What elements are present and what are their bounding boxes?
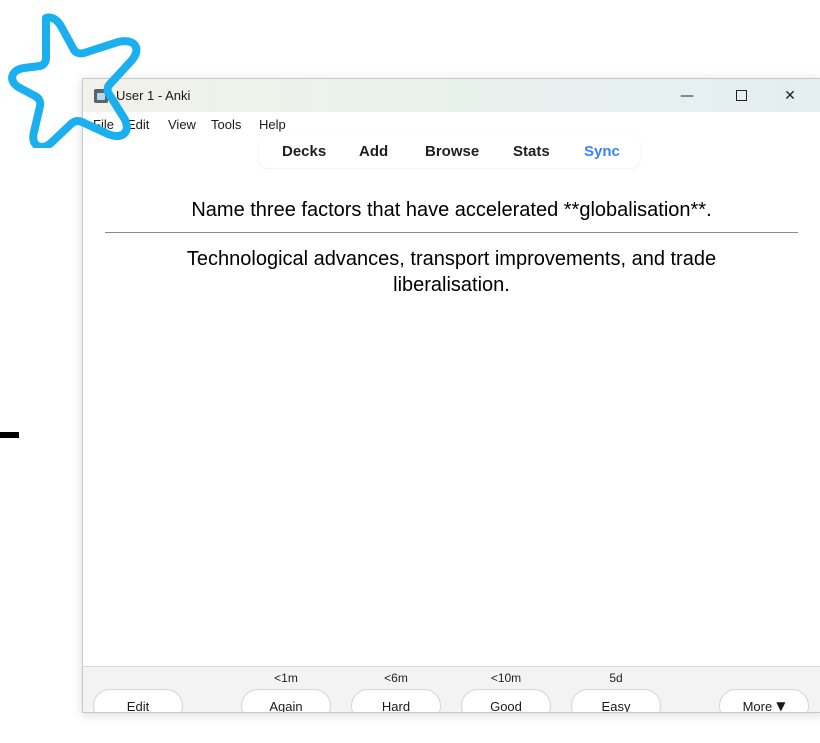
menu-tools[interactable]: Tools [211, 117, 241, 132]
more-button[interactable]: More ▼ [719, 689, 809, 713]
card-view: Name three factors that have accelerated… [83, 169, 820, 667]
close-icon: ✕ [784, 87, 796, 104]
easy-button[interactable]: Easy [571, 689, 661, 713]
again-button[interactable]: Again [241, 689, 331, 713]
menu-help[interactable]: Help [259, 117, 286, 132]
anki-app-icon [94, 89, 108, 103]
edit-button-label: Edit [126, 698, 150, 713]
dropdown-arrow-icon: ▼ [776, 699, 786, 713]
card-answer: Technological advances, transport improv… [186, 248, 717, 296]
easy-button-label: Easy [601, 698, 631, 713]
minimize-button[interactable]: — [664, 79, 710, 112]
hard-button[interactable]: Hard [351, 689, 441, 713]
toolbar-decks[interactable]: Decks [282, 143, 326, 160]
toolbar-stats[interactable]: Stats [513, 143, 550, 160]
good-interval: <10m [490, 671, 522, 685]
easy-interval: 5d [609, 671, 623, 685]
card-question: Name three factors that have accelerated… [191, 199, 712, 221]
hard-button-label: Hard [381, 698, 411, 713]
menu-edit[interactable]: Edit [127, 117, 149, 132]
toolbar-browse[interactable]: Browse [425, 143, 479, 160]
maximize-button[interactable] [718, 79, 764, 112]
good-button-label: Good [490, 698, 522, 713]
again-button-label: Again [269, 698, 303, 713]
toolbar-add[interactable]: Add [359, 143, 388, 160]
menu-file[interactable]: File [93, 117, 114, 132]
window-title: User 1 - Anki [116, 88, 191, 103]
minimize-icon: — [680, 87, 694, 104]
main-toolbar: Decks Add Browse Stats Sync [259, 135, 640, 168]
left-edge-marker [0, 432, 19, 438]
hard-interval: <6m [384, 671, 408, 685]
menu-view[interactable]: View [168, 117, 196, 132]
toolbar-sync[interactable]: Sync [584, 143, 620, 160]
anki-window: User 1 - Anki — ✕ File Edit View Tools H… [82, 78, 820, 713]
maximize-icon [735, 90, 747, 101]
good-button[interactable]: Good [461, 689, 551, 713]
answer-divider [105, 232, 798, 233]
again-interval: <1m [274, 671, 298, 685]
title-bar[interactable]: User 1 - Anki — ✕ [83, 79, 820, 112]
menu-bar: File Edit View Tools Help [83, 112, 820, 134]
edit-button[interactable]: Edit [93, 689, 183, 713]
close-button[interactable]: ✕ [767, 79, 813, 112]
review-bottom-bar: Edit <1m Again <6m Hard <10m Good 5d Eas… [83, 666, 820, 712]
more-button-label: More [742, 698, 773, 713]
